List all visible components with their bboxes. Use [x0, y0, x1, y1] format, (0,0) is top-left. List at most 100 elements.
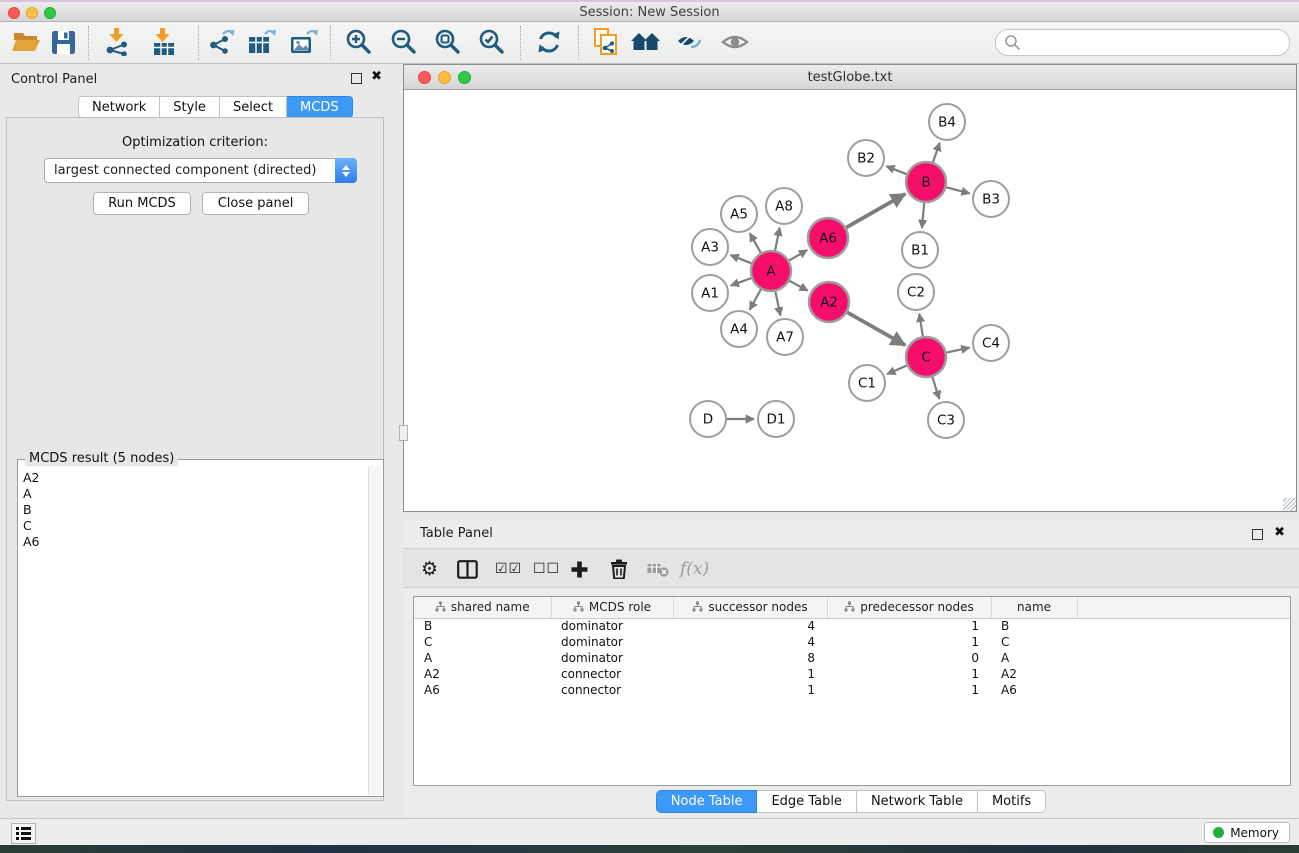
delete-table-icon[interactable] [647, 554, 669, 584]
graph-edge-A-A7[interactable] [775, 292, 780, 316]
search-box[interactable] [995, 29, 1290, 56]
run-mcds-button[interactable]: Run MCDS [93, 192, 191, 215]
refresh-icon[interactable] [533, 26, 565, 58]
cell[interactable]: B [991, 618, 1077, 634]
graph-edge-A-A8[interactable] [775, 228, 780, 251]
dropdown-stepper-icon[interactable] [335, 158, 357, 183]
result-scrollbar[interactable] [368, 466, 382, 795]
tab-network-table[interactable]: Network Table [857, 790, 978, 813]
export-network-icon[interactable] [206, 26, 238, 58]
column-header-predecessor-nodes[interactable]: predecessor nodes [827, 597, 991, 618]
table-row[interactable]: Cdominator41C [414, 634, 1290, 650]
close-panel-button[interactable]: Close panel [202, 192, 309, 215]
graph-edge-A-A5[interactable] [750, 233, 761, 253]
export-image-icon[interactable] [288, 26, 320, 58]
save-icon[interactable] [47, 26, 79, 58]
cell[interactable]: 1 [673, 682, 827, 698]
hide-eye-icon[interactable] [674, 26, 706, 58]
graph-edge-B-B3[interactable] [946, 187, 969, 193]
cell[interactable]: dominator [551, 650, 673, 666]
canvas-scrollbar-thumb[interactable] [399, 425, 408, 441]
show-columns-icon[interactable] [457, 554, 478, 584]
mcds-result-list[interactable]: A2ABCA6 [19, 466, 368, 795]
zoom-in-icon[interactable] [343, 26, 375, 58]
cell[interactable]: 1 [827, 682, 991, 698]
tab-network[interactable]: Network [78, 96, 160, 118]
zoom-fit-icon[interactable] [432, 26, 464, 58]
cell[interactable]: A2 [414, 666, 551, 682]
tab-style[interactable]: Style [160, 96, 220, 118]
table-settings-icon[interactable]: ⚙ [421, 554, 438, 584]
tab-select[interactable]: Select [220, 96, 287, 118]
cell[interactable]: 1 [827, 634, 991, 650]
zoom-out-icon[interactable] [388, 26, 420, 58]
graph-edge-C-C1[interactable] [887, 365, 907, 374]
task-history-button[interactable] [11, 823, 36, 844]
cell[interactable]: connector [551, 682, 673, 698]
cell[interactable]: C [414, 634, 551, 650]
cell[interactable]: A [991, 650, 1077, 666]
float-panel-icon[interactable] [351, 73, 362, 84]
cell[interactable]: A6 [414, 682, 551, 698]
column-header-name[interactable]: name [991, 597, 1077, 618]
mcds-result-item[interactable]: B [23, 502, 368, 518]
cell[interactable]: 4 [673, 618, 827, 634]
close-table-panel-icon[interactable]: ✖ [1274, 525, 1285, 540]
graph-edge-A2-C[interactable] [847, 312, 905, 345]
cell[interactable]: 1 [673, 666, 827, 682]
graph-edge-B-B4[interactable] [933, 143, 940, 162]
graph-edge-A-A1[interactable] [731, 278, 752, 285]
import-table-icon[interactable] [148, 26, 180, 58]
cell[interactable]: 1 [827, 666, 991, 682]
column-header-MCDS-role[interactable]: MCDS role [551, 597, 673, 618]
add-row-icon[interactable] [570, 554, 589, 584]
mcds-result-item[interactable]: A2 [23, 470, 368, 486]
memory-button[interactable]: Memory [1204, 822, 1290, 843]
graph-edge-A6-B[interactable] [846, 194, 905, 228]
graph-edge-C-C4[interactable] [947, 348, 970, 353]
network-window-titlebar[interactable]: testGlobe.txt [404, 65, 1296, 90]
network-graph[interactable]: B4B2BB3A5A8A6B1A3AC2A1A2A4A7C4CC1C3DD1 [404, 90, 1296, 511]
table-header-row[interactable]: shared nameMCDS rolesuccessor nodesprede… [414, 597, 1290, 618]
cell[interactable]: C [991, 634, 1077, 650]
table-row[interactable]: A6connector11A6 [414, 682, 1290, 698]
float-table-panel-icon[interactable] [1252, 529, 1263, 540]
zoom-selected-icon[interactable] [476, 26, 508, 58]
graph-edge-A-A4[interactable] [750, 289, 761, 309]
tab-motifs[interactable]: Motifs [978, 790, 1046, 813]
cell[interactable]: A [414, 650, 551, 666]
search-input[interactable] [1026, 35, 1289, 50]
tab-node-table[interactable]: Node Table [656, 790, 758, 813]
mcds-result-item[interactable]: A [23, 486, 368, 502]
column-header-successor-nodes[interactable]: successor nodes [673, 597, 827, 618]
cell[interactable]: B [414, 618, 551, 634]
cell[interactable]: 4 [673, 634, 827, 650]
show-eye-icon[interactable] [719, 26, 751, 58]
cell[interactable]: dominator [551, 618, 673, 634]
mcds-result-item[interactable]: C [23, 518, 368, 534]
graph-edge-A-A2[interactable] [790, 281, 808, 291]
criterion-dropdown[interactable]: largest connected component (directed) [44, 158, 357, 183]
cell[interactable]: 8 [673, 650, 827, 666]
cell[interactable]: connector [551, 666, 673, 682]
delete-row-icon[interactable] [610, 554, 628, 584]
import-network-icon[interactable] [102, 26, 134, 58]
graph-edge-C-C3[interactable] [932, 377, 939, 399]
table-row[interactable]: A2connector11A2 [414, 666, 1290, 682]
graph-edge-A-A3[interactable] [730, 255, 751, 263]
graph-edge-A-A6[interactable] [789, 250, 807, 260]
mcds-result-item[interactable]: A6 [23, 534, 368, 550]
network-canvas[interactable]: B4B2BB3A5A8A6B1A3AC2A1A2A4A7C4CC1C3DD1 [404, 90, 1296, 511]
select-all-checks-icon[interactable]: ☑☑ [495, 554, 522, 584]
home-networks-icon[interactable] [630, 26, 662, 58]
graph-edge-B-B1[interactable] [922, 203, 924, 228]
duplicate-network-icon[interactable] [590, 26, 622, 58]
cell[interactable]: A6 [991, 682, 1077, 698]
table-row[interactable]: Bdominator41B [414, 618, 1290, 634]
function-builder-icon[interactable]: f(x) [680, 554, 709, 584]
graph-edge-C-C2[interactable] [919, 314, 922, 337]
graph-edge-B-B2[interactable] [886, 166, 906, 174]
window-resize-grip[interactable] [1283, 498, 1296, 511]
close-panel-icon[interactable]: ✖ [371, 69, 382, 84]
cell[interactable]: dominator [551, 634, 673, 650]
